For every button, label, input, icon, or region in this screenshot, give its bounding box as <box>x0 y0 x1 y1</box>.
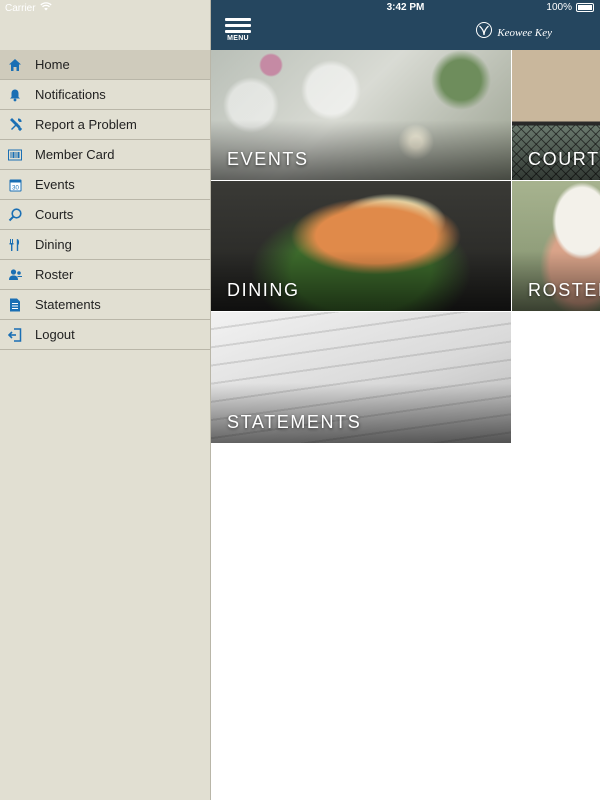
svg-text:30: 30 <box>12 185 19 191</box>
sidebar-item-label: Report a Problem <box>35 117 137 132</box>
tools-icon <box>7 117 23 133</box>
sidebar-item-label: Roster <box>35 267 74 282</box>
tile-roster[interactable]: ROSTER <box>512 181 600 311</box>
tile-label: DINING <box>227 280 300 300</box>
sidebar-item-statements[interactable]: Statements <box>0 290 210 320</box>
sidebar-menu: Carrier Home Notifications Report a Prob… <box>0 0 211 800</box>
logo-text: Keowee Key <box>497 26 552 39</box>
sidebar-item-dining[interactable]: Dining <box>0 230 210 260</box>
sidebar-item-roster[interactable]: Roster <box>0 260 210 290</box>
tile-events[interactable]: EVENTS <box>211 50 511 180</box>
club-logo: Keowee Key <box>475 21 552 44</box>
people-icon <box>7 267 23 283</box>
calendar-icon: 30 <box>7 177 23 193</box>
logo-mark-icon <box>475 21 493 44</box>
sidebar-item-report-problem[interactable]: Report a Problem <box>0 110 210 140</box>
main-content: 3:42 PM 100% MENU Keowee Key EVENTS COUR… <box>211 0 600 800</box>
status-carrier: Carrier <box>5 2 52 14</box>
bell-icon <box>7 87 23 103</box>
menu-button[interactable]: MENU <box>225 18 251 46</box>
home-icon <box>7 57 23 73</box>
barcode-icon <box>7 147 23 163</box>
tile-label: EVENTS <box>227 149 309 169</box>
status-time: 3:42 PM <box>386 2 425 13</box>
sidebar-item-member-card[interactable]: Member Card <box>0 140 210 170</box>
sidebar-item-label: Statements <box>35 297 101 312</box>
document-icon <box>7 297 23 313</box>
sidebar-item-notifications[interactable]: Notifications <box>0 80 210 110</box>
sidebar-item-events[interactable]: 30 Events <box>0 170 210 200</box>
battery-percent: 100% <box>546 2 572 13</box>
sidebar-nav: Home Notifications Report a Problem Memb… <box>0 50 210 350</box>
sidebar-item-label: Home <box>35 57 70 72</box>
sidebar-item-logout[interactable]: Logout <box>0 320 210 350</box>
tile-label: COURTS <box>528 149 600 169</box>
racket-icon <box>7 207 23 223</box>
tile-courts[interactable]: COURTS <box>512 50 600 180</box>
sidebar-item-label: Events <box>35 177 75 192</box>
sidebar-item-label: Member Card <box>35 147 115 162</box>
sidebar-item-home[interactable]: Home <box>0 50 210 80</box>
wifi-icon <box>39 2 52 14</box>
logout-icon <box>7 327 23 343</box>
tile-label: ROSTER <box>528 280 600 300</box>
tile-label: STATEMENTS <box>227 412 362 432</box>
sidebar-item-label: Notifications <box>35 87 106 102</box>
hamburger-icon <box>225 18 251 21</box>
tile-dining[interactable]: DINING <box>211 181 511 311</box>
top-bar: 3:42 PM 100% MENU Keowee Key <box>211 0 600 50</box>
sidebar-item-label: Dining <box>35 237 72 252</box>
tile-statements[interactable]: STATEMENTS <box>211 312 511 443</box>
utensils-icon <box>7 237 23 253</box>
sidebar-item-label: Logout <box>35 327 75 342</box>
battery-icon <box>576 3 594 12</box>
sidebar-item-label: Courts <box>35 207 74 222</box>
sidebar-item-courts[interactable]: Courts <box>0 200 210 230</box>
status-battery: 100% <box>546 2 594 13</box>
carrier-label: Carrier <box>5 2 36 14</box>
menu-label: MENU <box>227 35 249 42</box>
